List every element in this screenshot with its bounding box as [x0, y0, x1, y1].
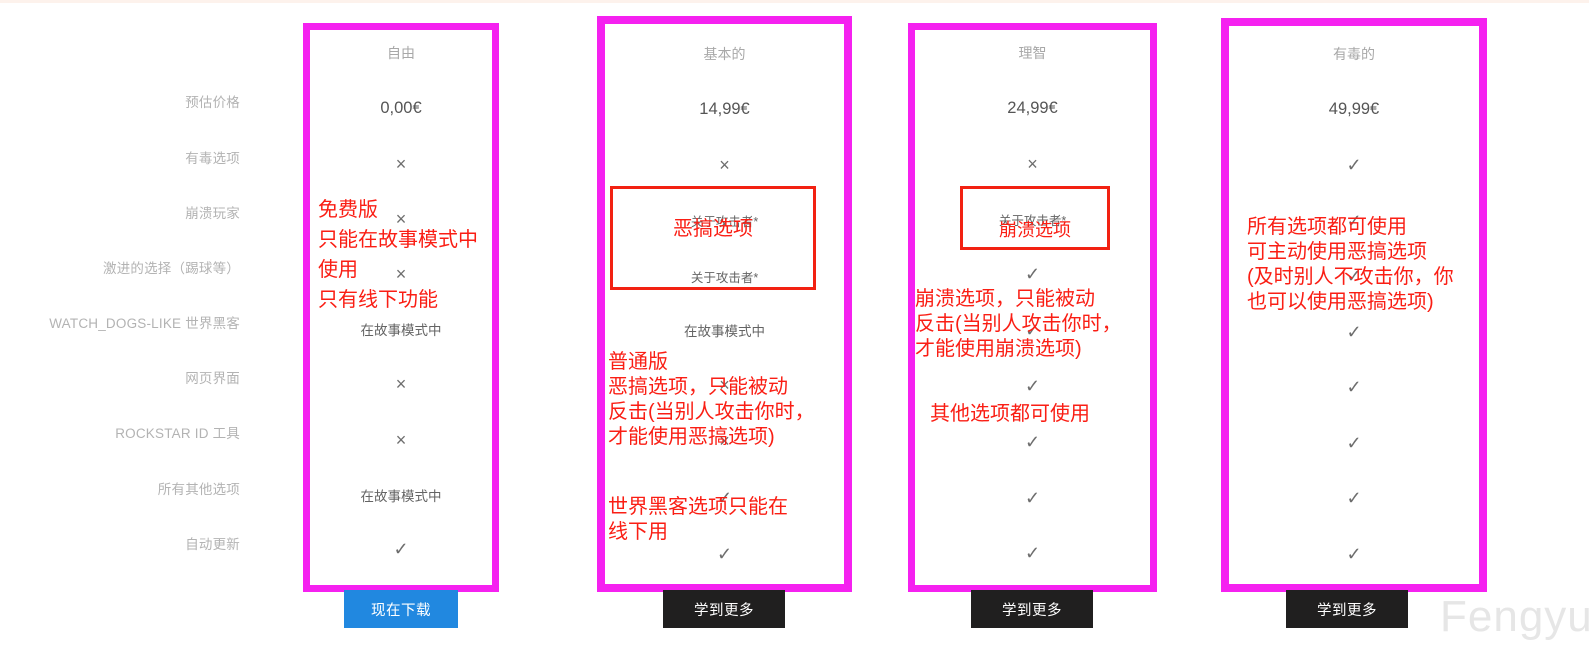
cell-toxic-world-hacker: ✓: [1346, 322, 1362, 342]
cell-sane-all-other: ✓: [1024, 488, 1041, 508]
row-label-crash-player: 崩溃玩家: [185, 206, 240, 221]
cell-toxic-toxic-option: ✓: [1346, 155, 1362, 175]
cta-button-basic[interactable]: 学到更多: [663, 590, 785, 628]
plan-title-sane: 理智: [1018, 45, 1047, 61]
plan-title-toxic: 有毒的: [1333, 46, 1375, 62]
cell-toxic-auto-update: ✓: [1346, 544, 1362, 564]
cell-free-web-ui: ×: [395, 374, 407, 394]
cta-button-free[interactable]: 现在下载: [344, 590, 458, 628]
cell-free-world-hacker: 在故事模式中: [360, 323, 442, 338]
row-label-toxic-option: 有毒选项: [185, 151, 240, 166]
cell-sane-toxic-option: ×: [1027, 154, 1038, 174]
cell-sane-rockstar-id: ✓: [1024, 432, 1041, 452]
cell-free-aggressive: ×: [395, 264, 407, 284]
cell-basic-web-ui: ×: [719, 375, 730, 395]
cell-basic-aggressive: 关于攻击者*: [690, 271, 759, 285]
cell-sane-world-hacker: ✓: [1024, 320, 1041, 340]
plan-price-basic: 14,99€: [699, 100, 750, 118]
plan-column-free: 自由 0,00€ × × × 在故事模式中 × × 在故事模式中 ✓ 现在下载: [303, 0, 499, 667]
plan-column-sane: 理智 24,99€ × 关于攻击者* ✓ ✓ ✓ ✓ ✓ ✓ 学到更多: [908, 0, 1157, 667]
row-label-all-other: 所有其他选项: [157, 482, 240, 497]
plan-card-toxic-highlight: 有毒的 49,99€ ✓ ✓ ✓ ✓ ✓ ✓ ✓ ✓: [1221, 18, 1487, 592]
plan-column-basic: 基本的 14,99€ × 关于攻击者* 关于攻击者* 在故事模式中 × × ✓ …: [597, 0, 852, 667]
cell-toxic-all-other: ✓: [1346, 488, 1362, 508]
cell-sane-crash-player: 关于攻击者*: [998, 214, 1067, 228]
plan-card-basic-highlight: 基本的 14,99€ × 关于攻击者* 关于攻击者* 在故事模式中 × × ✓ …: [597, 16, 852, 592]
cta-button-toxic[interactable]: 学到更多: [1286, 590, 1408, 628]
row-label-column: 预估价格 有毒选项 崩溃玩家 激进的选择（踢球等） WATCH_DOGS-LIK…: [0, 0, 240, 667]
cell-basic-auto-update: ✓: [716, 544, 733, 564]
row-label-web-ui: 网页界面: [185, 371, 240, 386]
cell-free-rockstar-id: ×: [395, 430, 407, 450]
cell-sane-auto-update: ✓: [1024, 543, 1041, 563]
cell-toxic-crash-player: ✓: [1346, 211, 1362, 231]
plan-price-free: 0,00€: [380, 99, 422, 117]
row-label-auto-update: 自动更新: [185, 537, 240, 552]
plan-card-free-highlight: 自由 0,00€ × × × 在故事模式中 × × 在故事模式中 ✓: [303, 23, 499, 592]
plan-card-sane-highlight: 理智 24,99€ × 关于攻击者* ✓ ✓ ✓ ✓ ✓ ✓: [908, 23, 1157, 592]
row-label-rockstar-id: ROCKSTAR ID 工具: [115, 426, 240, 441]
cell-free-all-other: 在故事模式中: [360, 489, 442, 504]
cta-button-sane[interactable]: 学到更多: [971, 590, 1093, 628]
cell-basic-rockstar-id: ×: [719, 431, 730, 451]
cell-free-auto-update: ✓: [393, 539, 409, 559]
cell-free-toxic-option: ×: [395, 154, 407, 174]
row-label-world-hacker: WATCH_DOGS-LIKE 世界黑客: [49, 316, 240, 331]
cell-free-crash-player: ×: [395, 209, 407, 229]
row-label-aggressive: 激进的选择（踢球等）: [103, 261, 240, 276]
cell-sane-aggressive: ✓: [1024, 264, 1041, 284]
cell-toxic-aggressive: ✓: [1346, 266, 1362, 286]
row-label-price: 预估价格: [185, 95, 240, 110]
pricing-comparison-board: 预估价格 有毒选项 崩溃玩家 激进的选择（踢球等） WATCH_DOGS-LIK…: [0, 0, 1589, 667]
plan-title-basic: 基本的: [703, 46, 746, 62]
cell-basic-toxic-option: ×: [719, 155, 730, 175]
plan-price-sane: 24,99€: [1007, 99, 1058, 117]
cell-basic-all-other: ✓: [716, 488, 733, 508]
plan-column-toxic: 有毒的 49,99€ ✓ ✓ ✓ ✓ ✓ ✓ ✓ ✓ 学到更多: [1221, 0, 1487, 667]
plan-title-free: 自由: [387, 45, 415, 61]
plan-price-toxic: 49,99€: [1328, 100, 1380, 118]
cell-sane-web-ui: ✓: [1024, 376, 1041, 396]
cell-basic-crash-player: 关于攻击者*: [690, 215, 759, 229]
cell-toxic-web-ui: ✓: [1346, 377, 1362, 397]
cell-toxic-rockstar-id: ✓: [1346, 433, 1362, 453]
cell-basic-world-hacker: 在故事模式中: [684, 324, 765, 339]
